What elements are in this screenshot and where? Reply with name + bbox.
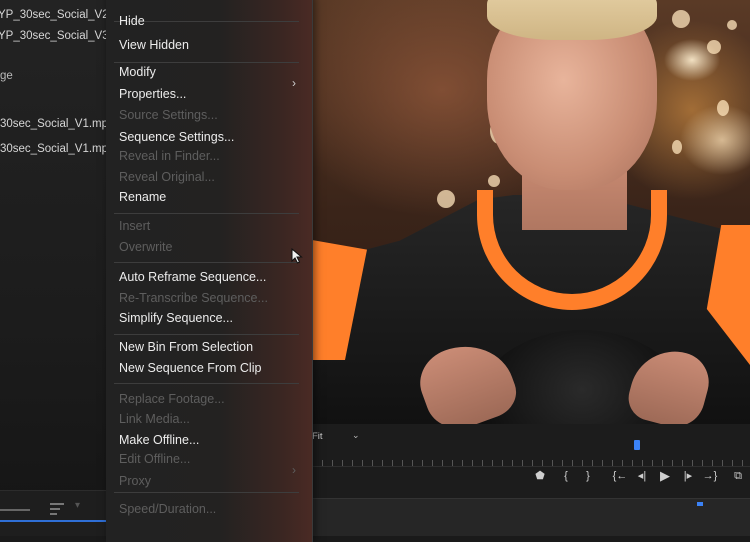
menu-item-simplify-sequence[interactable]: Simplify Sequence...: [119, 311, 233, 325]
menu-item-sequence-settings[interactable]: Sequence Settings...: [119, 130, 234, 144]
project-panel: YP_30sec_Social_V2 YP_30sec_Social_V3 ge…: [0, 0, 108, 536]
bokeh-light: [707, 40, 721, 54]
zoom-select[interactable]: Fit ⌄: [312, 430, 362, 445]
menu-separator: [114, 262, 299, 263]
selection-indicator: [0, 520, 108, 522]
menu-item-auto-reframe[interactable]: Auto Reframe Sequence...: [119, 270, 266, 284]
menu-item-link-media: Link Media...: [119, 412, 190, 426]
menu-item-rename[interactable]: Rename: [119, 190, 166, 204]
submenu-arrow-icon: ›: [292, 463, 296, 477]
project-panel-footer: ▾: [0, 490, 108, 536]
menu-item-view-hidden[interactable]: View Hidden: [119, 38, 189, 52]
mark-out-icon[interactable]: }: [580, 466, 596, 486]
playhead-icon[interactable]: [634, 440, 640, 450]
menu-separator: [114, 213, 299, 214]
chevron-down-icon[interactable]: ▾: [75, 500, 80, 511]
menu-item-proxy: Proxy: [119, 474, 151, 488]
bokeh-light: [717, 100, 729, 116]
hair: [487, 0, 657, 40]
export-frame-icon[interactable]: ⧉: [730, 466, 746, 486]
go-to-out-icon[interactable]: →}: [702, 466, 718, 486]
mouse-cursor-icon: [291, 248, 303, 264]
marker-icon[interactable]: ⬟: [532, 466, 548, 486]
menu-item-replace-footage: Replace Footage...: [119, 392, 225, 406]
step-back-icon[interactable]: ◂|: [634, 466, 650, 486]
zoom-value: Fit: [312, 431, 323, 442]
menu-item-re-transcribe: Re-Transcribe Sequence...: [119, 291, 268, 305]
menu-item-overwrite: Overwrite: [119, 240, 173, 254]
step-forward-icon[interactable]: |▸: [680, 466, 696, 486]
chevron-down-icon: ⌄: [352, 430, 360, 440]
menu-item-speed-duration: Speed/Duration...: [119, 502, 217, 516]
play-icon[interactable]: ▶: [657, 466, 673, 486]
video-frame: [312, 0, 750, 480]
program-monitor: Fit ⌄ ⬟ { } {← ◂| ▶ |▸ →} ⧉: [312, 0, 750, 536]
menu-separator: [114, 492, 299, 493]
bokeh-light: [727, 20, 737, 30]
menu-item-new-bin[interactable]: New Bin From Selection: [119, 340, 253, 354]
bokeh-light: [488, 175, 500, 187]
menu-item-modify[interactable]: Modify: [119, 65, 156, 79]
menu-item-source-settings: Source Settings...: [119, 108, 218, 122]
submenu-arrow-icon: ›: [292, 76, 296, 90]
go-to-in-icon[interactable]: {←: [612, 466, 628, 486]
menu-item-hide[interactable]: Hide: [119, 14, 145, 28]
menu-item-edit-offline: Edit Offline...: [119, 452, 191, 466]
bokeh-light: [437, 190, 455, 208]
context-menu: Hide View Hidden Modify › Properties... …: [106, 0, 313, 542]
project-item[interactable]: YP_30sec_Social_V3: [0, 30, 108, 42]
menu-separator: [114, 62, 299, 63]
playhead-marker: [697, 502, 703, 506]
monitor-controls: Fit ⌄ ⬟ { } {← ◂| ▶ |▸ →} ⧉: [312, 424, 750, 536]
menu-item-reveal-in-finder: Reveal in Finder...: [119, 149, 220, 163]
list-view-icon[interactable]: [50, 503, 64, 515]
zoom-slider[interactable]: [0, 509, 30, 511]
project-item[interactable]: 30sec_Social_V1.mp4: [0, 118, 108, 130]
bokeh-light: [672, 10, 690, 28]
bokeh-light: [672, 140, 682, 154]
menu-item-new-sequence[interactable]: New Sequence From Clip: [119, 361, 261, 375]
time-ruler[interactable]: [312, 452, 750, 467]
menu-item-reveal-original: Reveal Original...: [119, 170, 215, 184]
menu-separator: [114, 383, 299, 384]
menu-item-insert: Insert: [119, 219, 151, 233]
mark-in-icon[interactable]: {: [558, 466, 574, 486]
menu-item-make-offline[interactable]: Make Offline...: [119, 433, 199, 447]
project-item[interactable]: 30sec_Social_V1.mp4: [0, 143, 108, 155]
project-item[interactable]: ge: [0, 70, 13, 82]
menu-separator: [114, 334, 299, 335]
menu-item-properties[interactable]: Properties...: [119, 87, 186, 101]
project-item[interactable]: YP_30sec_Social_V2: [0, 9, 108, 21]
timeline-strip: [312, 498, 750, 536]
